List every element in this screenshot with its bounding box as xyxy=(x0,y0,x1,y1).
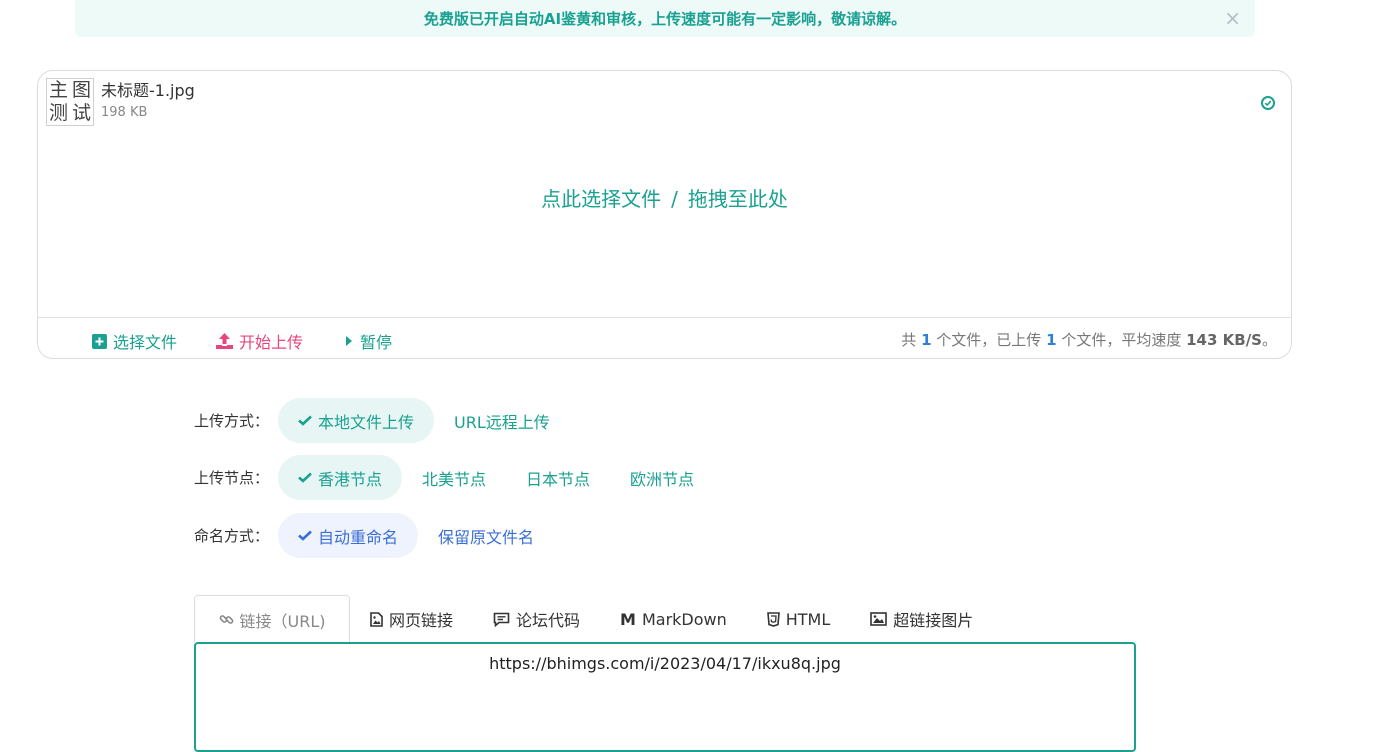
stats-total: 1 xyxy=(921,331,932,349)
upload-stats: 共 1 个文件，已上传 1 个文件，平均速度 143 KB/S。 xyxy=(901,329,1277,350)
tab-markdown[interactable]: M MarkDown xyxy=(600,595,747,643)
image-file-icon xyxy=(370,611,383,627)
option-auto-rename[interactable]: 自动重命名 xyxy=(278,513,419,558)
tab-forum-code[interactable]: 论坛代码 xyxy=(473,595,600,643)
option-node-hk[interactable]: 香港节点 xyxy=(278,455,403,500)
file-size: 198 KB xyxy=(101,105,148,120)
tab-webpage-link[interactable]: 网页链接 xyxy=(350,595,473,643)
upload-method-label: 上传方式： xyxy=(194,412,270,430)
stats-text: 个文件，已上传 xyxy=(936,331,1042,349)
drop-zone[interactable]: 点此选择文件 / 拖拽至此处 xyxy=(38,183,1291,212)
tab-url[interactable]: 链接（URL) xyxy=(194,595,350,643)
option-label: 欧洲节点 xyxy=(630,469,695,489)
start-upload-label: 开始上传 xyxy=(239,333,304,352)
option-label: 本地文件上传 xyxy=(318,412,415,432)
thumb-char: 测 xyxy=(48,102,68,124)
upload-area: 主 图 测 试 未标题-1.jpg 198 KB 点此选择文件 / 拖拽至此处 选择… xyxy=(37,70,1292,359)
tab-label: MarkDown xyxy=(641,609,727,629)
drop-separator: / xyxy=(671,187,678,211)
result-link-textarea[interactable]: https://bhimgs.com/i/2023/04/17/ikxu8q.j… xyxy=(194,642,1136,752)
option-label: 北美节点 xyxy=(422,469,487,489)
option-node-eu[interactable]: 欧洲节点 xyxy=(610,455,714,500)
check-circle-icon xyxy=(1261,96,1275,110)
notice-text: 免费版已开启自动AI鉴黄和审核，上传速度可能有一定影响，敬请谅解。 xyxy=(423,10,907,28)
tab-label: 链接（URL) xyxy=(239,611,326,631)
tab-label: 论坛代码 xyxy=(516,611,581,630)
option-label: 日本节点 xyxy=(526,469,591,489)
drag-here-text: 拖拽至此处 xyxy=(687,187,788,211)
result-url[interactable]: https://bhimgs.com/i/2023/04/17/ikxu8q.j… xyxy=(489,654,841,673)
tab-label: 超链接图片 xyxy=(893,611,974,630)
upload-icon xyxy=(216,333,233,349)
option-keep-name[interactable]: 保留原文件名 xyxy=(418,513,554,558)
check-icon xyxy=(298,472,312,483)
link-format-tabs: 链接（URL) 网页链接 论坛代码 M MarkDown HTML 超链接图片 xyxy=(194,595,993,643)
pause-button[interactable]: 暂停 xyxy=(344,329,392,353)
html5-icon xyxy=(766,611,780,627)
check-icon xyxy=(298,415,312,426)
upload-toolbar: 选择文件 开始上传 暂停 共 1 个文件，已上传 1 个文件，平均速度 143 … xyxy=(38,317,1291,358)
file-thumbnail: 主 图 测 试 xyxy=(46,78,94,126)
markdown-icon: M xyxy=(620,609,636,629)
upload-node-label: 上传节点： xyxy=(194,469,270,487)
comment-icon xyxy=(493,612,510,627)
thumb-char: 图 xyxy=(71,79,91,101)
naming-row: 命名方式： 自动重命名 保留原文件名 xyxy=(194,513,554,558)
file-item: 主 图 测 试 未标题-1.jpg 198 KB xyxy=(46,78,195,126)
image-icon xyxy=(870,612,888,626)
tab-label: 网页链接 xyxy=(389,611,454,630)
option-node-jp[interactable]: 日本节点 xyxy=(506,455,610,500)
upload-method-row: 上传方式： 本地文件上传 URL远程上传 xyxy=(194,398,570,443)
option-label: 保留原文件名 xyxy=(438,527,535,547)
select-file-button[interactable]: 选择文件 xyxy=(92,329,177,353)
select-file-label: 选择文件 xyxy=(113,333,178,352)
select-file-link[interactable]: 点此选择文件 xyxy=(541,187,661,211)
stats-text: 个文件，平均速度 xyxy=(1061,331,1182,349)
upload-node-row: 上传节点： 香港节点 北美节点 日本节点 欧洲节点 xyxy=(194,455,714,500)
link-icon xyxy=(219,612,234,627)
tab-html[interactable]: HTML xyxy=(747,595,851,643)
option-url-upload[interactable]: URL远程上传 xyxy=(434,398,570,443)
plus-square-icon xyxy=(92,333,107,349)
thumb-char: 试 xyxy=(71,102,91,124)
stats-text: 。 xyxy=(1261,331,1277,349)
option-label: 自动重命名 xyxy=(318,527,399,547)
thumb-char: 主 xyxy=(48,79,68,101)
notice-banner: 免费版已开启自动AI鉴黄和审核，上传速度可能有一定影响，敬请谅解。 × xyxy=(75,0,1255,37)
pause-label: 暂停 xyxy=(360,333,393,352)
option-local-upload[interactable]: 本地文件上传 xyxy=(278,398,435,443)
play-icon xyxy=(344,335,354,347)
stats-text: 共 xyxy=(901,331,917,349)
option-label: 香港节点 xyxy=(318,469,383,489)
tab-hyperlink-image[interactable]: 超链接图片 xyxy=(850,595,993,643)
close-icon[interactable]: × xyxy=(1224,8,1241,28)
naming-label: 命名方式： xyxy=(194,527,270,545)
stats-speed: 143 KB/S xyxy=(1186,331,1262,349)
file-meta: 未标题-1.jpg 198 KB xyxy=(101,78,195,126)
stats-uploaded: 1 xyxy=(1046,331,1057,349)
start-upload-button[interactable]: 开始上传 xyxy=(216,329,303,353)
file-name: 未标题-1.jpg xyxy=(101,81,195,100)
option-label: URL远程上传 xyxy=(454,412,550,432)
tab-label: HTML xyxy=(785,609,831,629)
option-node-na[interactable]: 北美节点 xyxy=(402,455,506,500)
check-icon xyxy=(298,530,312,541)
